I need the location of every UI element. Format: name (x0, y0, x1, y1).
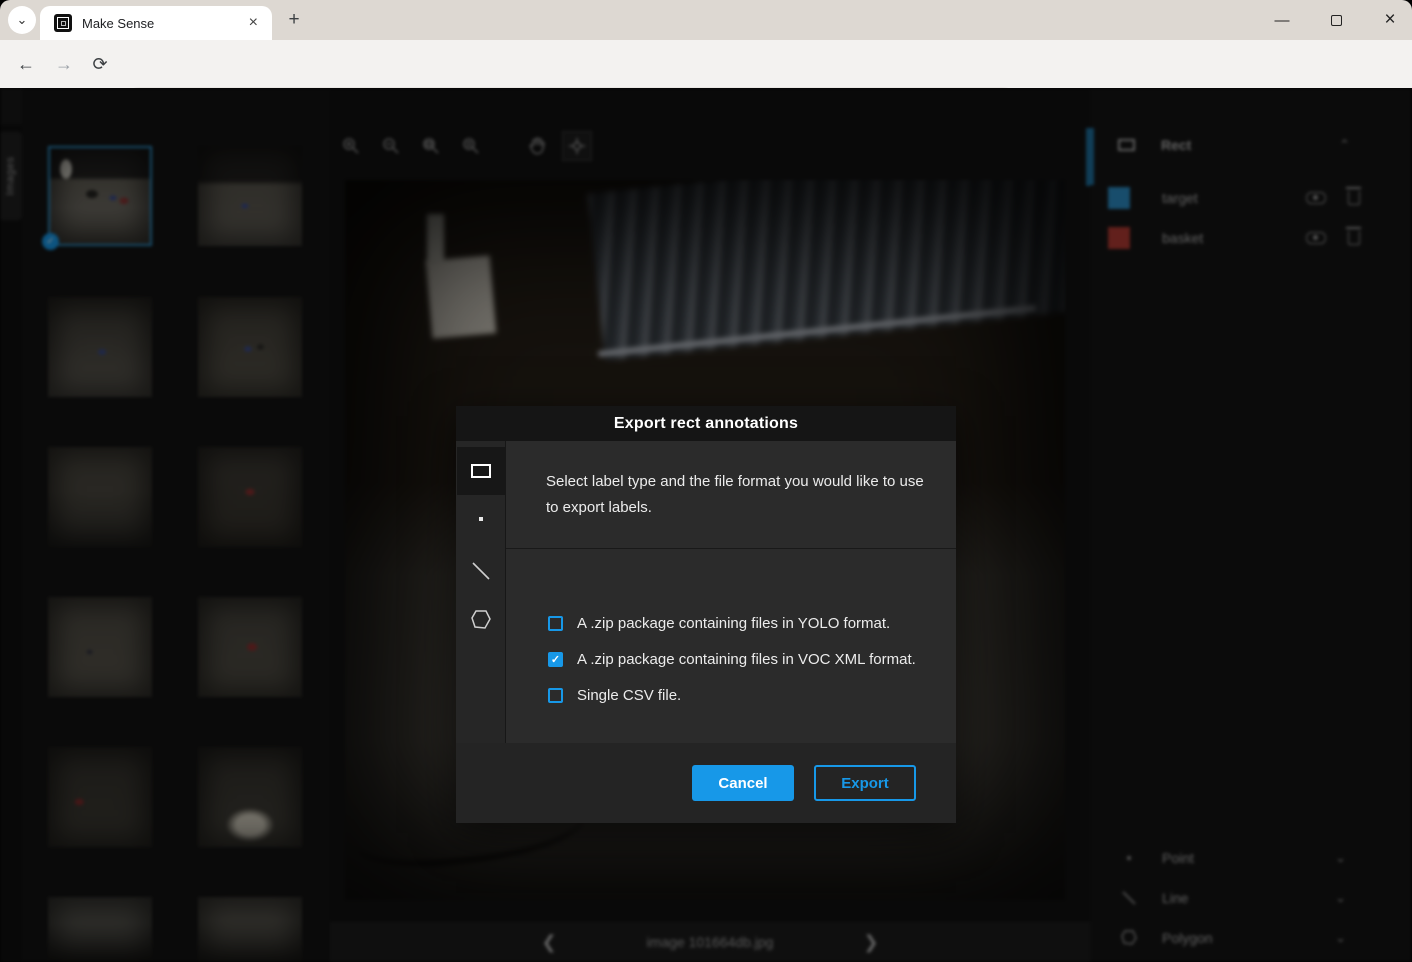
zoom-max-icon[interactable] (456, 131, 486, 161)
line-icon (1114, 889, 1144, 907)
chevron-up-icon[interactable]: ⌃ (1339, 137, 1350, 153)
back-button[interactable]: ← (14, 52, 38, 76)
rect-section-title: Rect (1161, 137, 1339, 153)
modal-body: Select label type and the file format yo… (456, 441, 956, 743)
thumbnail[interactable] (198, 297, 302, 397)
polygon-type-button[interactable] (468, 607, 494, 633)
visibility-eye-icon[interactable] (1306, 192, 1326, 204)
label-name: target (1162, 190, 1306, 206)
line-section-title: Line (1162, 890, 1335, 906)
thumbnail[interactable] (48, 597, 152, 697)
previous-image-icon[interactable]: ❮ (541, 932, 556, 953)
zoom-out-icon[interactable] (376, 131, 406, 161)
new-tab-button[interactable]: + (282, 8, 306, 32)
tab-strip: ⌄ Make Sense × + — × (0, 0, 1412, 40)
browser-toolbar: ← → ⟳ makesense.ai ☆ Tp G 2 C●●●● ⬡ ♫ ⋮ (0, 40, 1412, 88)
thumbnail[interactable] (198, 146, 302, 246)
delete-trash-icon[interactable] (1348, 191, 1360, 205)
label-row-basket[interactable]: basket (1090, 218, 1390, 258)
rect-section-header[interactable]: Rect ⌃ (1090, 128, 1390, 162)
chevron-down-icon[interactable]: ⌄ (1335, 930, 1346, 946)
tab-search-button[interactable]: ⌄ (8, 6, 36, 34)
point-icon (1114, 856, 1144, 860)
export-button[interactable]: Export (814, 765, 916, 801)
option-yolo[interactable]: ✓ A .zip package containing files in YOL… (548, 615, 956, 632)
forward-button[interactable]: → (52, 52, 76, 76)
editor-toolbar (336, 128, 592, 164)
chevron-down-icon[interactable]: ⌄ (1335, 890, 1346, 906)
thumbnail[interactable] (48, 747, 152, 847)
zoom-in-icon[interactable] (336, 131, 366, 161)
polygon-section-header[interactable]: Polygon ⌄ (1090, 923, 1390, 953)
cancel-button[interactable]: Cancel (692, 765, 794, 801)
images-side-tab[interactable]: Images (0, 132, 22, 220)
option-label: Single CSV file. (577, 687, 681, 704)
delete-trash-icon[interactable] (1348, 231, 1360, 245)
images-tab-label: Images (5, 156, 17, 195)
checkbox-icon[interactable]: ✓ (548, 652, 563, 667)
label-name: basket (1162, 230, 1306, 246)
modal-content: Select label type and the file format yo… (506, 441, 956, 743)
move-tool-icon[interactable] (562, 131, 592, 161)
thumbnail[interactable] (48, 297, 152, 397)
maximize-button[interactable] (1324, 8, 1348, 32)
option-label: A .zip package containing files in VOC X… (577, 651, 916, 668)
polygon-icon (1114, 928, 1144, 948)
label-type-strip (456, 441, 506, 743)
minimize-button[interactable]: — (1270, 8, 1294, 32)
polygon-section-title: Polygon (1162, 930, 1335, 946)
thumbnail[interactable] (48, 447, 152, 547)
thumbnail[interactable] (198, 747, 302, 847)
label-color-swatch (1108, 187, 1130, 209)
reload-button[interactable]: ⟳ (88, 52, 112, 76)
next-image-icon[interactable]: ❯ (863, 932, 878, 953)
point-section-header[interactable]: Point ⌄ (1090, 843, 1390, 873)
tab-title: Make Sense (82, 16, 245, 31)
tab-close-icon[interactable]: × (245, 14, 262, 32)
export-annotations-modal: Export rect annotations Select label typ… (456, 406, 956, 823)
thumbnail[interactable] (198, 597, 302, 697)
modal-title: Export rect annotations (456, 406, 956, 441)
line-section-header[interactable]: Line ⌄ (1090, 883, 1390, 913)
checkbox-icon[interactable]: ✓ (548, 688, 563, 703)
option-voc-xml[interactable]: ✓ A .zip package containing files in VOC… (548, 651, 956, 668)
point-type-button[interactable] (479, 517, 483, 521)
browser-tab[interactable]: Make Sense × (40, 6, 272, 40)
web-page: Make Sense ⚡ Actions Community Project N… (0, 88, 1412, 962)
point-section-title: Point (1162, 850, 1335, 866)
checkbox-icon[interactable]: ✓ (548, 616, 563, 631)
window-controls: — × (1270, 0, 1402, 40)
makesense-favicon-icon (54, 14, 72, 32)
rect-icon (471, 464, 491, 478)
option-csv[interactable]: ✓ Single CSV file. (548, 687, 956, 704)
thumbnail[interactable]: ✓ (48, 146, 152, 246)
thumbnail[interactable] (48, 897, 152, 962)
modal-description: Select label type and the file format yo… (506, 441, 956, 549)
maximize-icon (1331, 15, 1342, 26)
label-row-target[interactable]: target (1090, 178, 1390, 218)
rect-type-button[interactable] (457, 447, 505, 495)
option-label: A .zip package containing files in YOLO … (577, 615, 890, 632)
image-nav-bar: ❮ image 101664db.jpg ❯ (330, 922, 1090, 962)
label-color-swatch (1108, 227, 1130, 249)
visibility-eye-icon[interactable] (1306, 232, 1326, 244)
thumbnail[interactable] (198, 447, 302, 547)
current-image-name: image 101664db.jpg (647, 934, 774, 950)
modal-footer: Cancel Export (456, 743, 956, 823)
zoom-fit-icon[interactable] (416, 131, 446, 161)
chevron-down-icon: ⌄ (17, 12, 28, 28)
rect-icon (1118, 139, 1135, 151)
thumbnail-panel: ✓ (22, 88, 330, 962)
thumbnail[interactable] (198, 897, 302, 962)
close-window-button[interactable]: × (1378, 8, 1402, 32)
labels-panel: Rect ⌃ target basket Point (1090, 88, 1412, 962)
chevron-down-icon[interactable]: ⌄ (1335, 850, 1346, 866)
browser-window: ⌄ Make Sense × + — × ← → ⟳ makesense.ai … (0, 0, 1412, 962)
export-format-options: ✓ A .zip package containing files in YOL… (506, 549, 956, 743)
pan-hand-icon[interactable] (522, 131, 552, 161)
selected-check-badge: ✓ (42, 233, 59, 250)
line-type-button[interactable] (469, 559, 493, 583)
